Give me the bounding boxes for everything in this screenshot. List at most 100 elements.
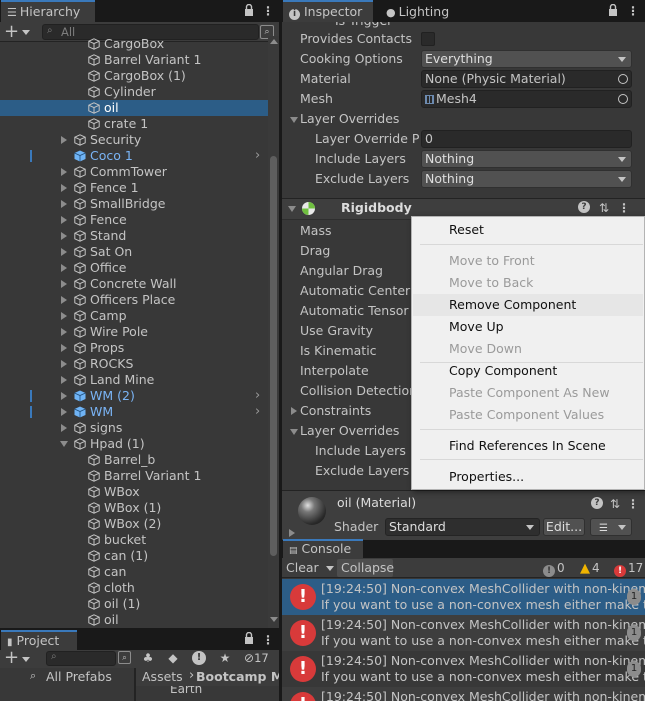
collapsed-arrow-icon[interactable] xyxy=(61,360,67,368)
hierarchy-scrollbar[interactable] xyxy=(268,36,279,628)
inspector-lock-icon[interactable] xyxy=(607,3,619,20)
hierarchy-item[interactable]: CommTower xyxy=(0,164,268,180)
help-icon[interactable]: ? xyxy=(578,201,590,213)
search-by-type-icon[interactable]: ⌕ xyxy=(118,651,131,664)
hierarchy-item[interactable]: can xyxy=(0,564,268,580)
layer-override-priority-field[interactable]: 0 xyxy=(421,130,632,148)
collapsed-arrow-icon[interactable] xyxy=(61,344,67,352)
hierarchy-item[interactable]: Land Mine xyxy=(0,372,268,388)
warning-filter-toggle[interactable]: ▲ 4 xyxy=(580,559,612,577)
scroll-thumb[interactable] xyxy=(270,156,277,556)
rigidbody-foldout-icon[interactable] xyxy=(288,206,296,212)
hierarchy-item[interactable]: WBox (2) xyxy=(0,516,268,532)
collapsed-arrow-icon[interactable] xyxy=(61,424,67,432)
error-filter-toggle[interactable]: ! 17 xyxy=(614,559,645,577)
layer-overrides-label[interactable]: Layer Overrides xyxy=(300,110,399,128)
rigidbody-field-label[interactable]: Constraints xyxy=(300,402,426,420)
hierarchy-item[interactable]: Barrel Variant 1 xyxy=(0,52,268,68)
breadcrumb-current[interactable]: Bootcamp Map xyxy=(196,669,279,684)
hierarchy-item[interactable]: Fence xyxy=(0,212,268,228)
hierarchy-item[interactable]: Fence 1 xyxy=(0,180,268,196)
tab-inspector[interactable]: i Inspector xyxy=(283,0,373,22)
chevron-right-icon[interactable]: › xyxy=(255,404,260,420)
hierarchy-item[interactable]: Coco 1 › xyxy=(0,148,268,164)
console-log-entry[interactable]: ! [19:24:50] Non-convex MeshCollider with… xyxy=(282,579,645,615)
scroll-down-arrow-icon[interactable] xyxy=(270,617,278,622)
chevron-right-icon[interactable]: › xyxy=(255,388,260,404)
collapsed-arrow-icon[interactable] xyxy=(61,264,67,272)
object-picker-icon[interactable] xyxy=(618,94,628,104)
include-layers-dropdown[interactable]: Nothing xyxy=(421,150,632,168)
clear-button[interactable]: Clear xyxy=(284,559,334,577)
hierarchy-item[interactable]: Concrete Wall xyxy=(0,276,268,292)
rigidbody-field-label[interactable]: Layer Overrides xyxy=(300,422,426,440)
collapsed-arrow-icon[interactable] xyxy=(61,184,67,192)
material-kebab-icon[interactable]: ⋮ xyxy=(627,496,639,512)
collapsed-arrow-icon[interactable] xyxy=(61,232,67,240)
material-preset-icon[interactable]: ⇅ xyxy=(608,496,622,512)
project-asset-partial[interactable]: Earth xyxy=(170,686,230,701)
hierarchy-item[interactable]: Barrel_b xyxy=(0,452,268,468)
lock-icon[interactable] xyxy=(243,3,255,20)
hierarchy-item[interactable]: Cylinder xyxy=(0,84,268,100)
provides-contacts-checkbox[interactable] xyxy=(421,32,435,46)
console-log-entry[interactable]: ! [19:24:50] Non-convex MeshCollider with… xyxy=(282,651,645,687)
hierarchy-item[interactable]: oil (1) xyxy=(0,596,268,612)
collapsed-arrow-icon[interactable] xyxy=(61,392,67,400)
hierarchy-item[interactable]: Barrel Variant 1 xyxy=(0,468,268,484)
shader-dropdown[interactable]: Standard xyxy=(385,518,540,536)
layer-overrides-foldout-icon[interactable] xyxy=(290,429,298,435)
tab-console[interactable]: ▤ Console xyxy=(283,539,363,558)
constraints-foldout-icon[interactable] xyxy=(291,407,297,415)
project-kebab-icon[interactable]: ⋮ xyxy=(262,632,274,648)
layer-overrides-foldout-icon[interactable] xyxy=(290,117,298,123)
shader-options-dropdown[interactable]: ☰ xyxy=(590,518,632,536)
hierarchy-item[interactable]: Stand xyxy=(0,228,268,244)
material-object-field[interactable]: None (Physic Material) xyxy=(421,70,632,88)
collapsed-arrow-icon[interactable] xyxy=(61,296,67,304)
project-search-input[interactable]: ⌕ xyxy=(46,651,116,666)
menu-item-find-references-in-scene[interactable]: Find References In Scene xyxy=(413,435,643,457)
hierarchy-item[interactable]: Wire Pole xyxy=(0,324,268,340)
hierarchy-item[interactable]: Office xyxy=(0,260,268,276)
console-log-entry[interactable]: ! [19:24:50] Non-convex MeshCollider with… xyxy=(282,615,645,651)
hierarchy-item[interactable]: Sat On xyxy=(0,244,268,260)
hierarchy-item[interactable]: Props xyxy=(0,340,268,356)
collapse-toggle[interactable]: Collapse xyxy=(337,559,394,577)
hierarchy-item[interactable]: Camp xyxy=(0,308,268,324)
filter-by-type-icon[interactable]: ♣ xyxy=(141,650,155,666)
hierarchy-item[interactable]: oil xyxy=(0,100,268,116)
menu-item-remove-component[interactable]: Remove Component xyxy=(413,294,643,316)
hierarchy-item[interactable]: WBox xyxy=(0,484,268,500)
label-icon[interactable]: ◆ xyxy=(166,650,180,666)
collapsed-arrow-icon[interactable] xyxy=(61,216,67,224)
hierarchy-item[interactable]: WM › xyxy=(0,404,268,420)
hierarchy-item[interactable]: crate 1 xyxy=(0,116,268,132)
hierarchy-item[interactable]: Hpad (1) xyxy=(0,436,268,452)
hierarchy-item[interactable]: signs xyxy=(0,420,268,436)
expanded-arrow-icon[interactable] xyxy=(60,441,68,447)
chevron-right-icon[interactable]: › xyxy=(255,148,260,164)
kebab-menu-icon[interactable]: ⋮ xyxy=(262,3,274,19)
menu-item-reset[interactable]: Reset xyxy=(413,219,643,241)
edit-shader-button[interactable]: Edit... xyxy=(543,518,585,536)
project-tree-item[interactable]: All Prefabs xyxy=(46,669,112,685)
tab-lighting[interactable]: ● Lighting xyxy=(380,0,475,22)
collapsed-arrow-icon[interactable] xyxy=(61,280,67,288)
hierarchy-item[interactable]: can (1) xyxy=(0,548,268,564)
project-lock-icon[interactable] xyxy=(243,631,255,648)
hierarchy-item[interactable]: CargoBox xyxy=(0,36,268,52)
hierarchy-item[interactable]: ROCKS xyxy=(0,356,268,372)
project-create-button[interactable]: + xyxy=(4,649,34,668)
breadcrumb-assets[interactable]: Assets xyxy=(142,669,183,684)
collapsed-arrow-icon[interactable] xyxy=(61,328,67,336)
component-kebab-icon[interactable]: ⋮ xyxy=(618,200,630,216)
favorite-star-icon[interactable]: ★ xyxy=(218,650,232,666)
info-filter-toggle[interactable]: ! 0 xyxy=(543,559,575,577)
hierarchy-item[interactable]: Security xyxy=(0,132,268,148)
hierarchy-item[interactable]: CargoBox (1) xyxy=(0,68,268,84)
inspector-kebab-icon[interactable]: ⋮ xyxy=(627,3,639,19)
cooking-options-dropdown[interactable]: Everything xyxy=(421,50,632,68)
collapsed-arrow-icon[interactable] xyxy=(61,408,67,416)
collapsed-arrow-icon[interactable] xyxy=(61,312,67,320)
